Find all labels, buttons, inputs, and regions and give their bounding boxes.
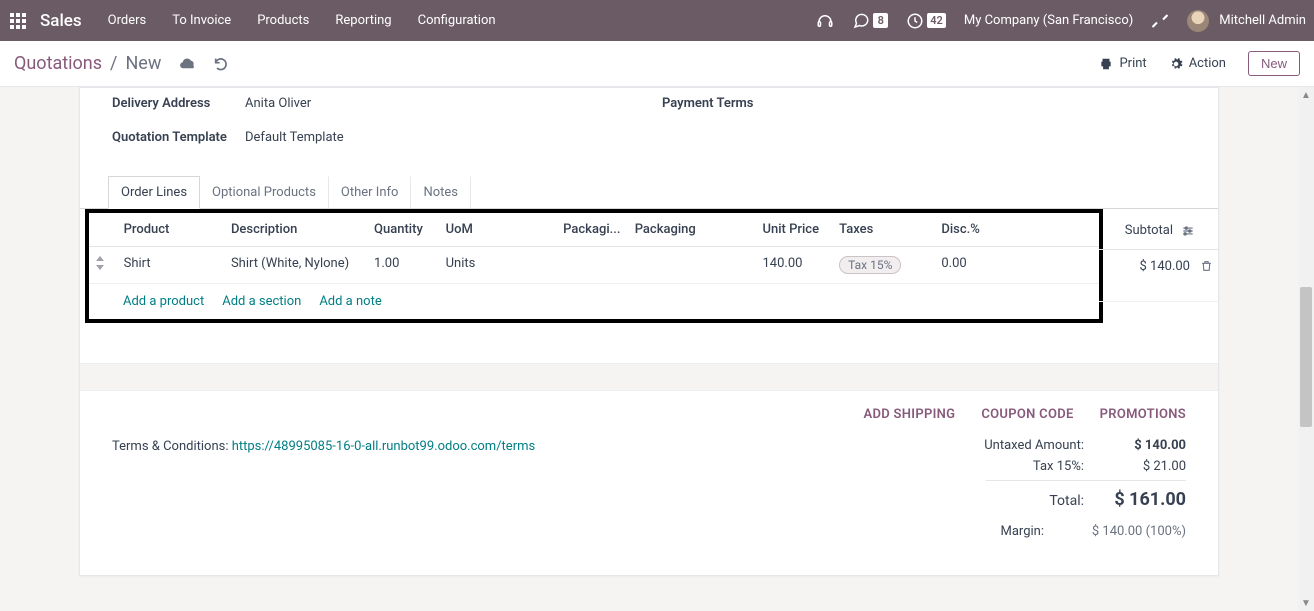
add-links: Add a product Add a section Add a note	[89, 284, 1099, 319]
order-lines-table: Product Description Quantity UoM Packagi…	[89, 213, 1099, 284]
tools-icon[interactable]	[1151, 12, 1169, 30]
tab-order-lines[interactable]: Order Lines	[108, 176, 200, 209]
cell-disc[interactable]: 0.00	[935, 247, 1099, 284]
order-lines-highlight: Product Description Quantity UoM Packagi…	[85, 209, 1103, 323]
breadcrumb-root[interactable]: Quotations	[14, 53, 102, 74]
th-subtotal[interactable]: Subtotal	[1125, 223, 1173, 238]
drag-handle-icon[interactable]	[89, 247, 118, 284]
breadcrumb-sep: /	[110, 53, 117, 74]
table-row[interactable]: Shirt Shirt (White, Nylone) 1.00 Units 1…	[89, 247, 1099, 284]
nav-to-invoice[interactable]: To Invoice	[172, 13, 231, 28]
cell-packaging[interactable]	[629, 247, 757, 284]
quotation-template-label: Quotation Template	[112, 130, 245, 145]
delivery-address-value[interactable]: Anita Oliver	[245, 96, 311, 111]
scroll-up-icon[interactable]: ▲	[1298, 87, 1314, 103]
th-quantity[interactable]: Quantity	[368, 213, 440, 247]
new-button[interactable]: New	[1248, 51, 1300, 76]
add-note-link[interactable]: Add a note	[319, 294, 381, 309]
messages-badge: 8	[873, 13, 888, 28]
th-unit-price[interactable]: Unit Price	[756, 213, 833, 247]
action-label: Action	[1189, 56, 1226, 71]
tax-tag[interactable]: Tax 15%	[839, 256, 901, 274]
nav-configuration[interactable]: Configuration	[418, 13, 496, 28]
cell-unit-price[interactable]: 140.00	[756, 247, 833, 284]
th-disc[interactable]: Disc.%	[935, 213, 1099, 247]
action-button[interactable]: Action	[1169, 56, 1226, 71]
breadcrumb-leaf: New	[125, 53, 161, 74]
scrollpane[interactable]: Delivery Address Anita Oliver Payment Te…	[0, 87, 1298, 611]
print-button[interactable]: Print	[1099, 56, 1146, 71]
th-packaging[interactable]: Packaging	[629, 213, 757, 247]
discard-icon[interactable]	[213, 56, 229, 72]
tab-notes[interactable]: Notes	[410, 176, 471, 208]
subtotal-column: Subtotal $ 140.00	[1099, 212, 1219, 302]
scroll-down-icon[interactable]: ▼	[1298, 595, 1314, 611]
th-taxes[interactable]: Taxes	[833, 213, 935, 247]
user-name: Mitchell Admin	[1219, 13, 1306, 28]
terms-label: Terms & Conditions:	[112, 439, 232, 454]
activities-icon[interactable]: 42	[906, 12, 946, 30]
cell-packaging-qty[interactable]	[557, 247, 629, 284]
nav-reporting[interactable]: Reporting	[335, 13, 391, 28]
th-product[interactable]: Product	[118, 213, 225, 247]
tab-optional-products[interactable]: Optional Products	[199, 176, 329, 208]
avatar	[1187, 10, 1209, 32]
untaxed-label: Untaxed Amount:	[984, 438, 1084, 453]
actionbar: Quotations / New Print Action New	[0, 41, 1314, 87]
table-header-row: Product Description Quantity UoM Packagi…	[89, 213, 1099, 247]
sheet-separator	[80, 363, 1218, 391]
print-icon	[1099, 57, 1113, 71]
add-product-link[interactable]: Add a product	[123, 294, 204, 309]
tab-other-info[interactable]: Other Info	[328, 176, 412, 208]
delivery-address-label: Delivery Address	[112, 96, 245, 111]
breadcrumb: Quotations / New	[14, 53, 229, 74]
scroll-thumb[interactable]	[1300, 287, 1312, 427]
apps-icon[interactable]	[10, 13, 26, 29]
cloud-save-icon[interactable]	[179, 56, 197, 72]
tax-label: Tax 15%:	[1033, 459, 1084, 474]
user-menu[interactable]: Mitchell Admin	[1187, 10, 1306, 32]
terms-block: Terms & Conditions: https://48995085-16-…	[112, 407, 846, 545]
brand[interactable]: Sales	[40, 11, 82, 31]
promotions-button[interactable]: PROMOTIONS	[1100, 407, 1186, 422]
cell-description[interactable]: Shirt (White, Nylone)	[225, 247, 368, 284]
columns-adjust-icon[interactable]	[1181, 224, 1195, 238]
totals-divider	[986, 480, 1186, 481]
add-shipping-button[interactable]: ADD SHIPPING	[864, 407, 956, 422]
add-section-link[interactable]: Add a section	[222, 294, 301, 309]
cell-taxes[interactable]: Tax 15%	[833, 247, 935, 284]
terms-link[interactable]: https://48995085-16-0-all.runbot99.odoo.…	[232, 439, 536, 454]
th-packaging-qty[interactable]: Packagi...	[557, 213, 629, 247]
nav-orders[interactable]: Orders	[108, 13, 147, 28]
activities-badge: 42	[927, 13, 946, 28]
company-switcher[interactable]: My Company (San Francisco)	[964, 13, 1133, 28]
payment-terms-label: Payment Terms	[662, 96, 754, 111]
form-sheet: Delivery Address Anita Oliver Payment Te…	[79, 87, 1219, 576]
quotation-template-value[interactable]: Default Template	[245, 130, 344, 145]
tax-value: $ 21.00	[1106, 459, 1186, 474]
cell-uom[interactable]: Units	[440, 247, 558, 284]
vertical-scrollbar[interactable]: ▲ ▼	[1298, 87, 1314, 611]
headset-icon[interactable]	[816, 12, 834, 30]
messages-icon[interactable]: 8	[852, 12, 888, 30]
nav-products[interactable]: Products	[257, 13, 309, 28]
total-value: $ 161.00	[1106, 489, 1186, 510]
delete-row-icon[interactable]	[1200, 259, 1213, 273]
margin-label: Margin:	[1001, 524, 1045, 539]
tabs: Order Lines Optional Products Other Info…	[80, 176, 1218, 209]
coupon-code-button[interactable]: COUPON CODE	[981, 407, 1073, 422]
topbar: Sales Orders To Invoice Products Reporti…	[0, 0, 1314, 41]
margin-value: $ 140.00 (100%)	[1066, 524, 1186, 539]
untaxed-value: $ 140.00	[1106, 438, 1186, 453]
th-uom[interactable]: UoM	[440, 213, 558, 247]
cell-subtotal: $ 140.00	[1140, 259, 1191, 274]
cell-product[interactable]: Shirt	[118, 247, 225, 284]
cell-quantity[interactable]: 1.00	[368, 247, 440, 284]
total-label: Total:	[1049, 493, 1084, 509]
gear-icon	[1169, 57, 1183, 71]
th-description[interactable]: Description	[225, 213, 368, 247]
print-label: Print	[1119, 56, 1146, 71]
